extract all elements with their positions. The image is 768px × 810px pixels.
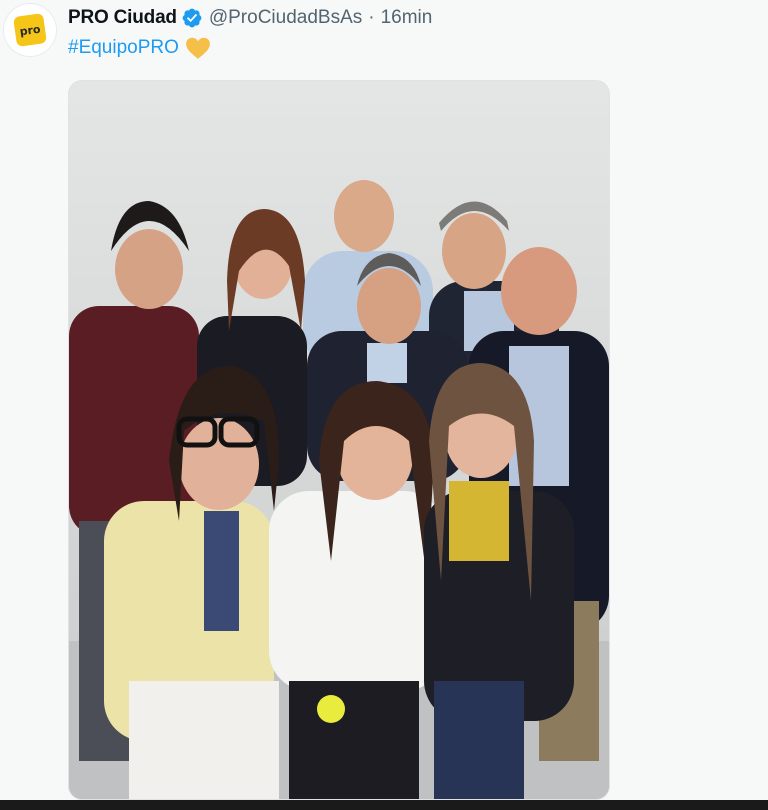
yellow-heart-icon — [185, 37, 210, 59]
window-bottom-edge — [0, 800, 768, 810]
author-avatar[interactable]: pro — [4, 4, 56, 56]
separator-dot: · — [368, 7, 375, 28]
hashtag-link[interactable]: #EquipoPRO — [68, 37, 179, 59]
group-photo-illustration — [69, 180, 609, 799]
tweet-header: PRO Ciudad @ProCiudadBsAs · 16min — [68, 6, 432, 30]
verified-badge-icon — [182, 8, 202, 28]
tweet-timestamp[interactable]: 16min — [381, 7, 433, 29]
author-name[interactable]: PRO Ciudad — [68, 7, 177, 29]
pro-logo: pro — [13, 13, 47, 47]
author-handle[interactable]: @ProCiudadBsAs — [209, 7, 362, 29]
tweet-text: #EquipoPRO — [68, 36, 211, 60]
tweet-card[interactable]: pro PRO Ciudad @ProCiudadBsAs · 16min #E… — [0, 0, 768, 800]
tweet-photo[interactable] — [68, 80, 610, 800]
